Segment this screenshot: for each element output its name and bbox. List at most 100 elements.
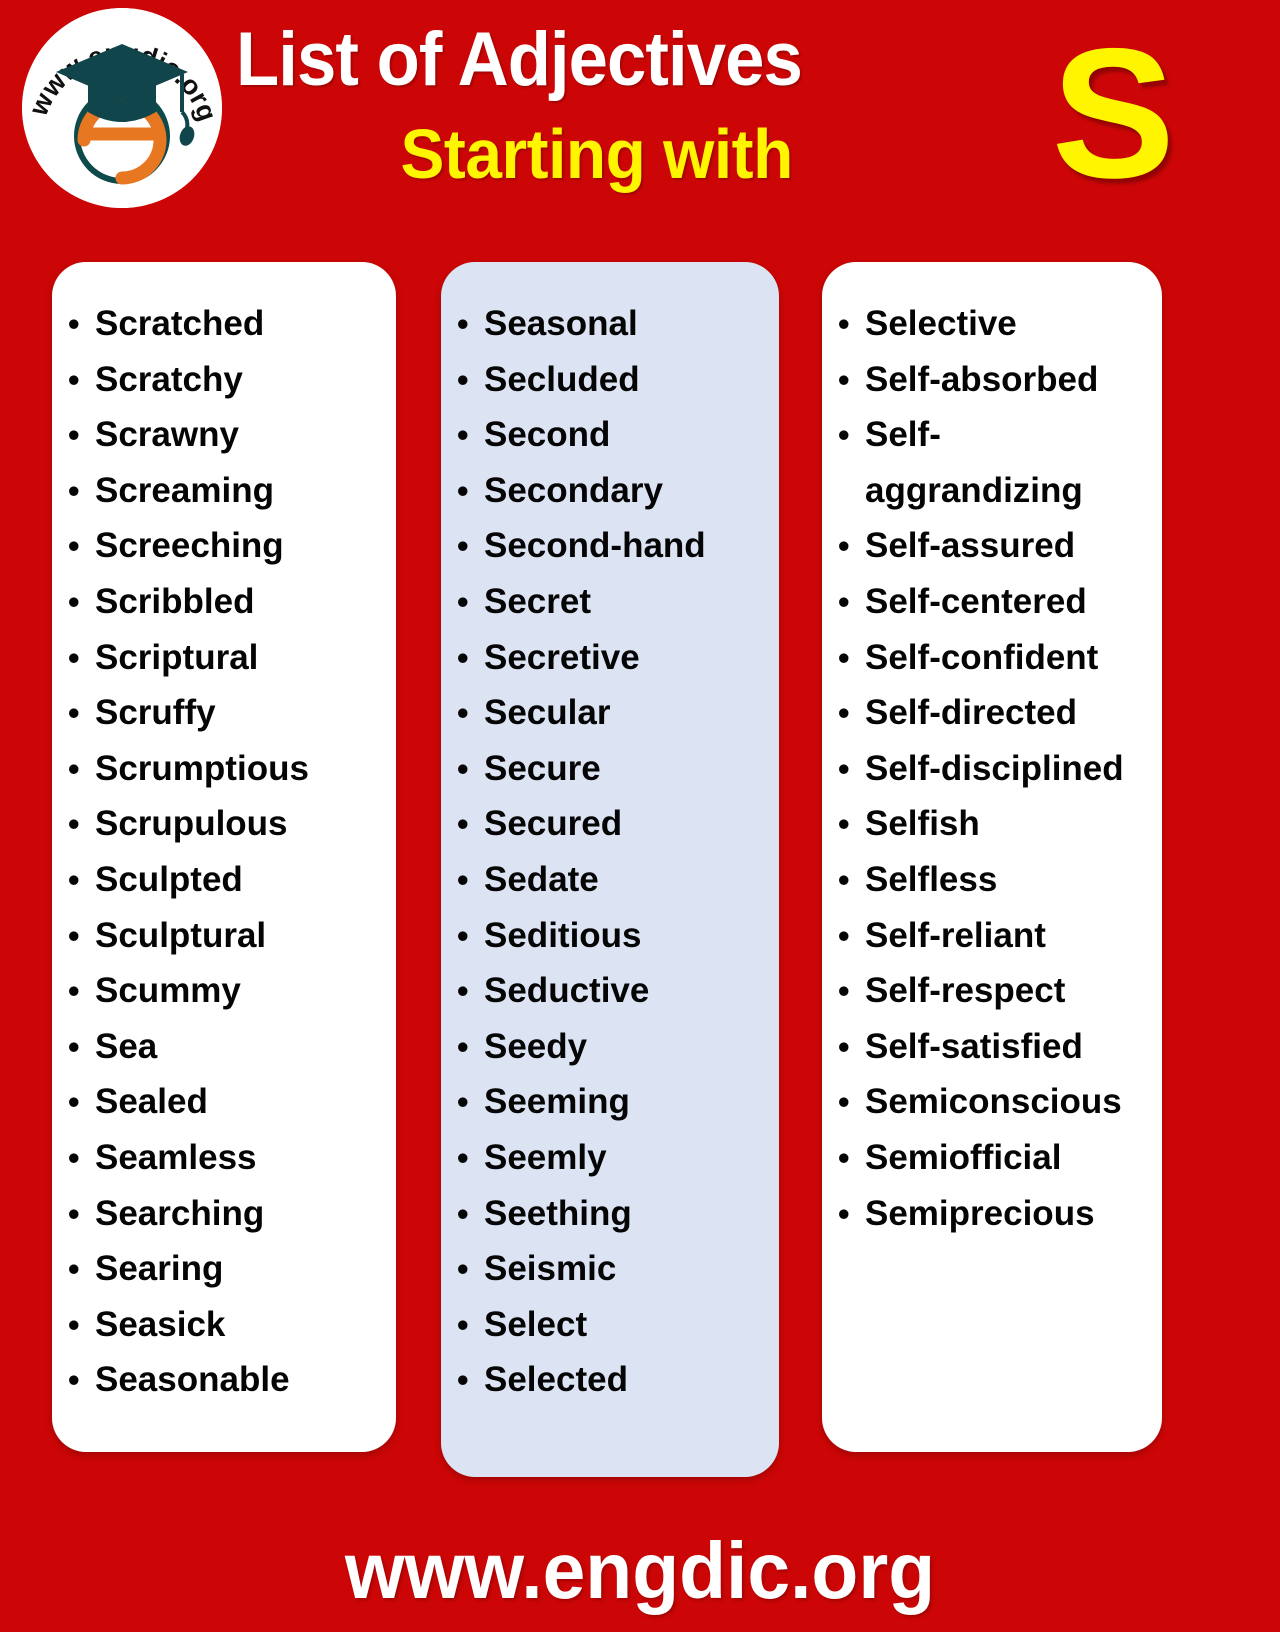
- word-label: Selected: [484, 1360, 628, 1400]
- bullet-icon: •: [457, 527, 469, 565]
- word-list-item: • Seasonable: [68, 1352, 386, 1408]
- bullet-icon: •: [68, 1027, 80, 1065]
- word-label: Seditious: [484, 915, 642, 955]
- word-list-item: • Select: [457, 1297, 769, 1353]
- word-list-item: • Self-respect: [838, 963, 1152, 1019]
- word-label: Sculptural: [95, 915, 267, 955]
- bullet-icon: •: [838, 916, 850, 954]
- word-list-item: • Screaming: [68, 463, 386, 519]
- word-label: Selective: [865, 304, 1017, 343]
- bullet-icon: •: [68, 305, 80, 342]
- bullet-icon: •: [457, 1305, 469, 1343]
- bullet-icon: •: [457, 360, 469, 398]
- word-panel-1: • Scratched • Scratchy • Scrawny • Screaming • Sc…: [52, 262, 396, 1452]
- bullet-icon: •: [457, 972, 469, 1010]
- bullet-icon: •: [68, 638, 80, 676]
- poster-title: List of Adjectives Starting with: [236, 14, 1026, 202]
- bullet-icon: •: [457, 860, 469, 898]
- bullet-icon: •: [457, 1083, 469, 1121]
- word-list-item: • Second-hand: [457, 518, 769, 574]
- bullet-icon: •: [838, 582, 850, 620]
- word-label: Seasick: [95, 1304, 226, 1344]
- word-label: Semiconscious: [865, 1082, 1122, 1122]
- word-label: Self-respect: [865, 971, 1066, 1011]
- poster-header: www.engdic.org List of Adjectives Starti…: [0, 0, 1280, 256]
- bullet-icon: •: [68, 860, 80, 898]
- bullet-icon: •: [68, 1305, 80, 1343]
- bullet-icon: •: [68, 749, 80, 787]
- word-label: Sea: [95, 1026, 158, 1066]
- word-list-item: • Scribbled: [68, 574, 386, 630]
- bullet-icon: •: [457, 305, 469, 342]
- word-list-item: • Sculpted: [68, 852, 386, 908]
- bullet-icon: •: [457, 1194, 469, 1232]
- word-label: Self-reliant: [865, 915, 1046, 955]
- word-list-item: • Self-reliant: [838, 908, 1152, 964]
- word-list-item: • Self-absorbed: [838, 352, 1152, 408]
- word-list-item: • Sculptural: [68, 908, 386, 964]
- word-list-item: • Secured: [457, 796, 769, 852]
- letter-badge-s: S: [1051, 11, 1175, 217]
- bullet-icon: •: [838, 1138, 850, 1176]
- word-label: Self-absorbed: [865, 359, 1099, 399]
- word-list-item: • Seamless: [68, 1130, 386, 1186]
- bullet-icon: •: [68, 694, 80, 732]
- word-label: Sedate: [484, 859, 599, 899]
- word-label: Searching: [95, 1193, 265, 1233]
- bullet-icon: •: [838, 416, 850, 454]
- word-label: Seamless: [95, 1137, 257, 1177]
- word-label: Scrumptious: [95, 748, 309, 788]
- word-label: Semiofficial: [865, 1137, 1062, 1177]
- word-list-item: • Second: [457, 407, 769, 463]
- bullet-icon: •: [838, 638, 850, 676]
- word-list-item: • Scruffy: [68, 685, 386, 741]
- word-label: Self-assured: [865, 526, 1076, 566]
- word-panel-2: • Seasonal • Secluded • Second • Secondary • Seco…: [441, 262, 779, 1477]
- bullet-icon: •: [68, 582, 80, 620]
- bullet-icon: •: [457, 582, 469, 620]
- word-list-item: • Self-confident: [838, 630, 1152, 686]
- bullet-icon: •: [68, 1194, 80, 1232]
- bullet-icon: •: [838, 1027, 850, 1065]
- bullet-icon: •: [68, 1361, 80, 1399]
- word-list-item: • Scrumptious: [68, 741, 386, 797]
- word-list-item: • Seasonal: [457, 296, 769, 352]
- word-label: Seedy: [484, 1026, 588, 1066]
- word-list-item: • Seeming: [457, 1074, 769, 1130]
- word-list-item: • Seedy: [457, 1019, 769, 1075]
- word-label: Scratched: [95, 304, 265, 343]
- word-label: Second: [484, 415, 611, 455]
- bullet-icon: •: [457, 1250, 469, 1288]
- word-panel-3: • Selective • Self-absorbed • Self-aggrandizi…: [822, 262, 1162, 1452]
- word-label: Self-directed: [865, 693, 1077, 733]
- word-label: Secret: [484, 581, 592, 621]
- word-label: Selfish: [865, 804, 980, 844]
- bullet-icon: •: [68, 416, 80, 454]
- word-label: Scrawny: [95, 415, 239, 455]
- word-list-item: • Sedate: [457, 852, 769, 908]
- bullet-icon: •: [838, 694, 850, 732]
- bullet-icon: •: [457, 471, 469, 509]
- bullet-icon: •: [838, 972, 850, 1010]
- word-list-item: • Secluded: [457, 352, 769, 408]
- bullet-icon: •: [68, 972, 80, 1010]
- word-label: Self-centered: [865, 581, 1087, 621]
- bullet-icon: •: [457, 1138, 469, 1176]
- word-label: Semiprecious: [865, 1193, 1095, 1233]
- word-label: Scruffy: [95, 693, 216, 733]
- bullet-icon: •: [68, 1083, 80, 1121]
- word-list-item: • Selfless: [838, 852, 1152, 908]
- word-list-item: • Searing: [68, 1241, 386, 1297]
- bullet-icon: •: [68, 1250, 80, 1288]
- bullet-icon: •: [838, 749, 850, 787]
- word-label: Self-aggrandizing: [865, 415, 1083, 510]
- word-label: Sealed: [95, 1082, 208, 1122]
- word-list-item: • Semiprecious: [838, 1186, 1152, 1242]
- word-list-item: • Searching: [68, 1186, 386, 1242]
- word-label: Scratchy: [95, 359, 243, 399]
- bullet-icon: •: [838, 360, 850, 398]
- word-list-item: • Selected: [457, 1352, 769, 1408]
- bullet-icon: •: [68, 1138, 80, 1176]
- logo-graphic: www.engdic.org: [22, 8, 222, 208]
- word-label: Self-confident: [865, 637, 1099, 677]
